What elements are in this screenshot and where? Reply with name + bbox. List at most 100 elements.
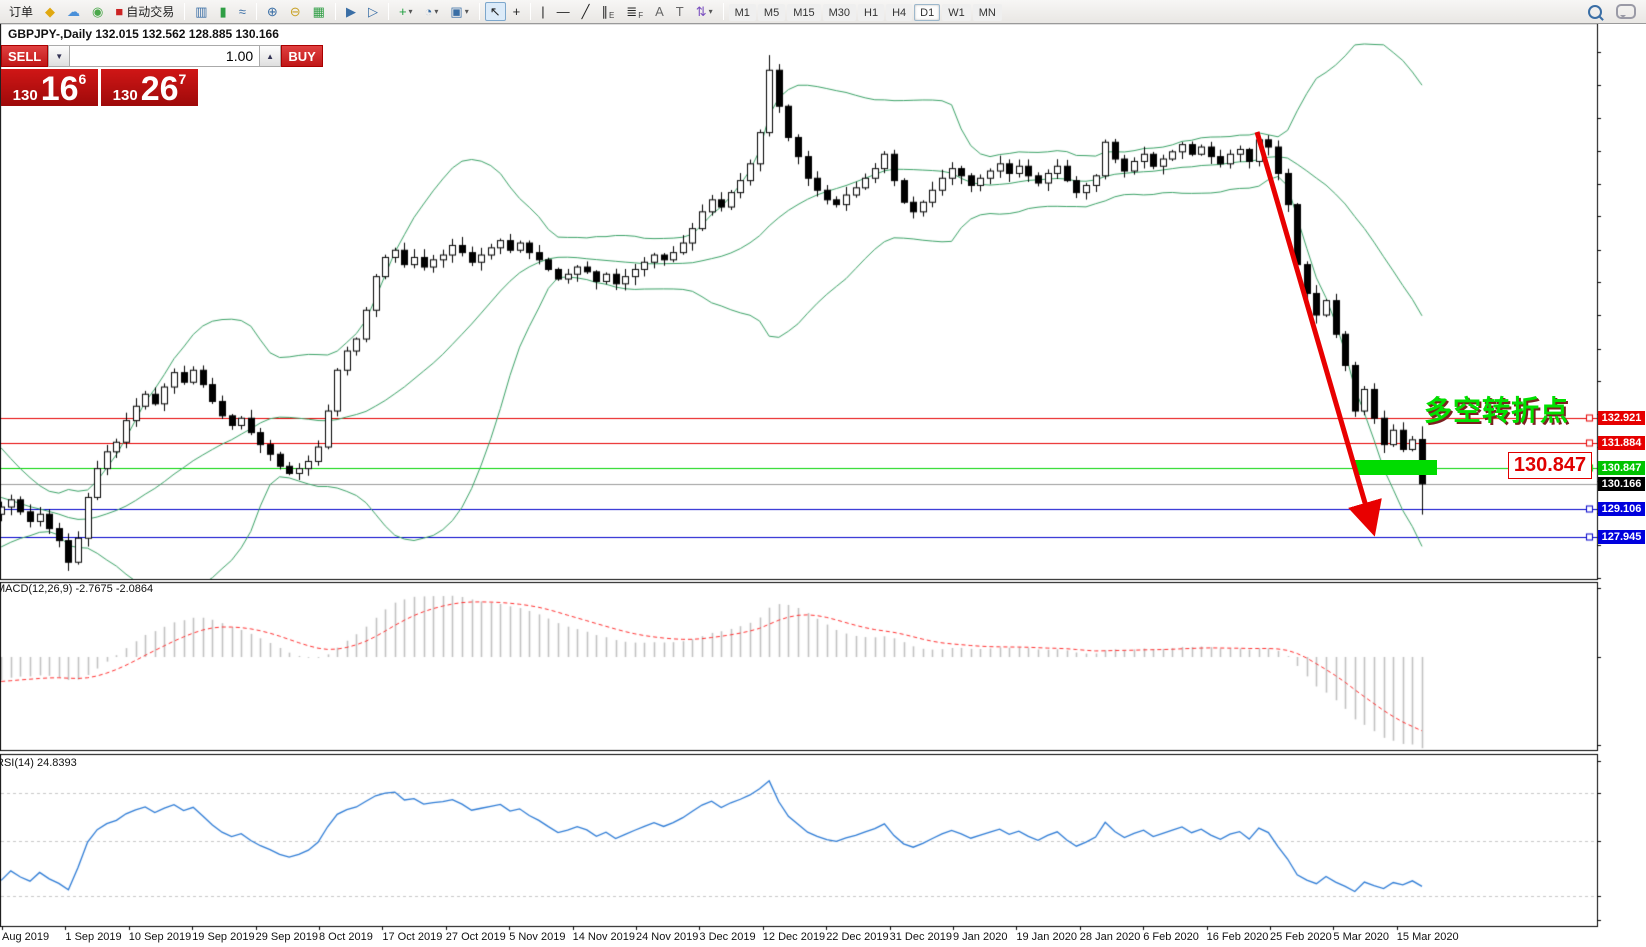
date-axis-label: 27 Oct 2019	[446, 931, 506, 943]
date-axis-label: 29 Sep 2019	[256, 931, 318, 943]
date-axis-label: 19 Sep 2019	[192, 931, 254, 943]
buy-price-sup: 7	[179, 71, 187, 87]
mt4-terminal-window: { "toolbar": { "items": [ {"name":"new-o…	[0, 0, 1646, 947]
line-chart-icon[interactable]: ≈	[234, 2, 251, 21]
search-icon[interactable]	[1588, 5, 1602, 19]
date-axis-label: 14 Nov 2019	[573, 931, 635, 943]
bar-chart-icon-glyph: ▥	[195, 5, 207, 18]
volume-down-button[interactable]: ▼	[48, 45, 70, 67]
timeframe-mn[interactable]: MN	[973, 4, 1002, 21]
periods-button[interactable]: ◔▾	[420, 2, 444, 21]
candlestick-chart-icon-glyph: ▮	[220, 5, 227, 18]
sell-price-prefix: 130	[13, 88, 38, 103]
support-zone-rectangle[interactable]	[1355, 460, 1437, 475]
signals-icon[interactable]: ◉	[87, 2, 108, 21]
date-axis-label: 9 Jan 2020	[953, 931, 1007, 943]
timeframe-m30[interactable]: M30	[823, 4, 856, 21]
arrows-button[interactable]: ⇅▾	[691, 2, 718, 21]
chart-shift-icon[interactable]: ▷	[363, 2, 383, 21]
signals-icon-glyph: ◉	[92, 5, 103, 18]
date-axis-label: Aug 2019	[2, 931, 49, 943]
rsi-indicator-label: RSI(14) 24.8393	[0, 757, 77, 769]
sell-price-sup: 6	[79, 71, 87, 87]
templates-button[interactable]: ▣▾	[445, 2, 473, 21]
volume-input[interactable]	[70, 45, 259, 67]
tile-windows-icon[interactable]: ▦	[308, 2, 330, 21]
templates-glyph: ▣	[450, 5, 462, 18]
add-indicator-glyph: +	[399, 5, 407, 18]
chat-icon[interactable]	[1616, 4, 1636, 19]
date-axis-label: 28 Jan 2020	[1080, 931, 1141, 943]
hline-button[interactable]: —	[552, 2, 575, 21]
periods-glyph: ◔	[425, 5, 433, 18]
community-icon[interactable]: ☁	[62, 2, 85, 21]
zoom-out-icon-glyph: ⊖	[290, 5, 301, 18]
chevron-down-icon: ▾	[465, 7, 469, 16]
toolbar-icon-group: 订单◆☁◉■自动交易▥▮≈⊕⊖▦▶▷+▾◔▾▣▾↖+|—╱∥E≣FAT⇅▾	[0, 2, 728, 21]
timeframe-m5[interactable]: M5	[758, 4, 785, 21]
toolbar-separator	[184, 3, 185, 20]
new-order-button-label: 订单	[9, 3, 33, 20]
date-axis-label: 10 Sep 2019	[129, 931, 191, 943]
text-glyph: A	[655, 5, 664, 18]
crosshair-button[interactable]: +	[508, 2, 526, 21]
sell-price-main: 16	[41, 75, 79, 103]
chevron-down-icon: ▾	[409, 7, 413, 16]
price-tag: 130.166	[1598, 477, 1645, 491]
chart-title: GBPJPY-,Daily 132.015 132.562 128.885 13…	[8, 27, 279, 41]
sell-price-box[interactable]: 130166	[1, 69, 98, 106]
fibonacci-button[interactable]: ≣F	[621, 2, 648, 21]
date-axis-label: 25 Feb 2020	[1270, 931, 1332, 943]
vline-glyph: |	[541, 5, 544, 18]
timeframe-d1[interactable]: D1	[914, 4, 940, 21]
date-axis-label: 31 Dec 2019	[890, 931, 952, 943]
price-tag: 130.847	[1598, 461, 1645, 475]
price-tag: 132.921	[1598, 411, 1645, 425]
label-glyph: T	[676, 5, 684, 18]
bar-chart-icon[interactable]: ▥	[190, 2, 212, 21]
trendline-button[interactable]: ╱	[577, 2, 595, 21]
turning-point-annotation[interactable]: 多空转折点	[1424, 389, 1569, 429]
date-axis-label: 22 Dec 2019	[826, 931, 888, 943]
toolbar-separator	[335, 3, 336, 20]
chevron-down-icon: ▾	[709, 7, 713, 16]
level-price-box[interactable]: 130.847	[1508, 452, 1592, 479]
label-button[interactable]: T	[671, 2, 689, 21]
auto-scroll-icon[interactable]: ▶	[341, 2, 361, 21]
buy-button[interactable]: BUY	[281, 45, 323, 67]
new-order-button[interactable]: 订单	[1, 2, 38, 21]
buy-price-box[interactable]: 130267	[101, 69, 198, 106]
toolbar-right-group	[1588, 4, 1646, 19]
timeframe-w1[interactable]: W1	[942, 4, 971, 21]
date-axis-label: 6 Feb 2020	[1143, 931, 1199, 943]
zoom-in-icon[interactable]: ⊕	[262, 2, 283, 21]
vline-button[interactable]: |	[536, 2, 549, 21]
chevron-down-icon: ▾	[434, 7, 438, 16]
zoom-out-icon[interactable]: ⊖	[285, 2, 306, 21]
buy-price-main: 26	[141, 75, 179, 103]
fibonacci-button-sub: F	[638, 11, 643, 20]
autotrading-button-label: 自动交易	[126, 3, 174, 20]
autotrading-button[interactable]: ■自动交易	[110, 2, 179, 21]
date-axis-label: 15 Mar 2020	[1397, 931, 1459, 943]
text-button[interactable]: A	[650, 2, 669, 21]
channel-button-sub: E	[609, 11, 614, 20]
date-axis-label: 5 Mar 2020	[1333, 931, 1389, 943]
auto-scroll-icon-glyph: ▶	[346, 5, 356, 18]
volume-up-button[interactable]: ▲	[259, 45, 281, 67]
timeframe-h1[interactable]: H1	[858, 4, 884, 21]
hline-glyph: —	[557, 5, 570, 18]
timeframe-h4[interactable]: H4	[886, 4, 912, 21]
timeframe-m15[interactable]: M15	[787, 4, 820, 21]
cursor-button[interactable]: ↖	[485, 2, 506, 21]
date-axis-label: 1 Sep 2019	[65, 931, 121, 943]
sell-button[interactable]: SELL	[1, 45, 48, 67]
candlestick-chart-icon[interactable]: ▮	[215, 2, 232, 21]
timeframe-m1[interactable]: M1	[729, 4, 756, 21]
zoom-in-icon-glyph: ⊕	[267, 5, 278, 18]
add-indicator-button[interactable]: +▾	[394, 2, 418, 21]
channel-button[interactable]: ∥E	[596, 2, 619, 21]
gold-icon[interactable]: ◆	[40, 2, 60, 21]
one-click-trading-panel: SELL ▼ ▲ BUY 130166 130267	[1, 45, 201, 106]
buy-price-prefix: 130	[113, 88, 138, 103]
